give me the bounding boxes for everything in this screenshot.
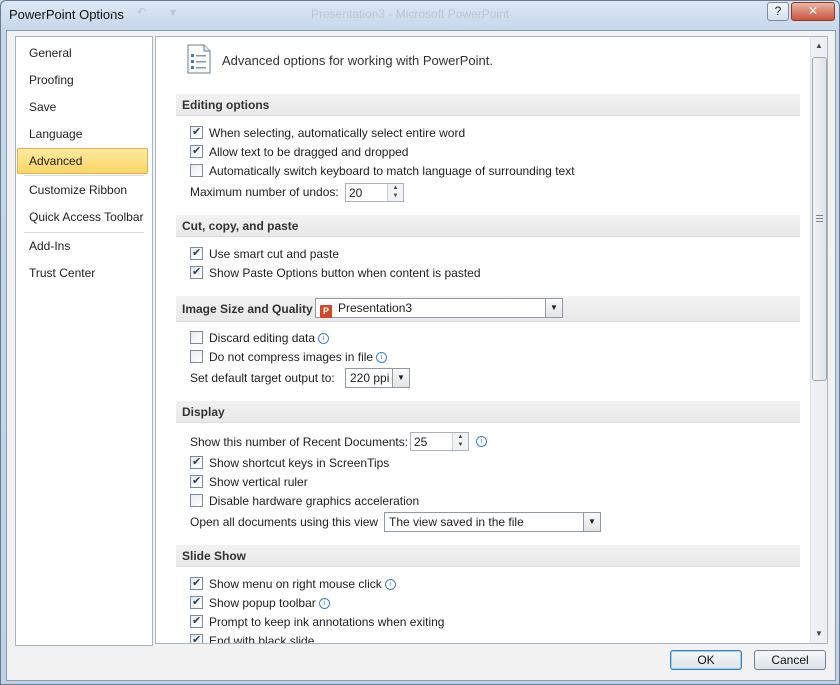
scroll-up-icon[interactable]: ▲ [811, 39, 827, 53]
option-label: Prompt to keep ink annotations when exit… [209, 615, 445, 629]
info-icon: i [384, 579, 396, 591]
background-quick-access-icons: ▪ ↶ ▾ [109, 5, 186, 19]
open-view-value: The view saved in the file [389, 515, 524, 529]
checkbox[interactable] [190, 574, 203, 592]
target-output-value: 220 ppi [350, 371, 390, 385]
chevron-down-icon[interactable]: ▼ [583, 513, 600, 531]
option-label: Show vertical ruler [209, 475, 308, 489]
open-view-dropdown[interactable]: The view saved in the file ▼ [384, 512, 601, 532]
info-icon: i [376, 352, 388, 364]
nav-item-advanced[interactable]: Advanced [17, 148, 148, 174]
option-label: Disable hardware graphics acceleration [209, 494, 420, 508]
checkbox[interactable] [190, 593, 203, 611]
nav-item-add-ins[interactable]: Add-Ins [18, 234, 157, 258]
powerpoint-options-window: PowerPoint Options ▪ ↶ ▾ Presentation3 -… [0, 0, 840, 685]
info-icon: i [318, 333, 330, 345]
help-button[interactable]: ? [767, 2, 789, 21]
checkbox[interactable] [190, 472, 203, 490]
dialog-client-area: General Proofing Save Language Advanced … [6, 30, 836, 681]
option-label: Automatically switch keyboard to match l… [209, 164, 575, 178]
checkbox[interactable] [190, 164, 203, 177]
nav-item-save[interactable]: Save [18, 95, 157, 119]
undos-spinner[interactable]: 20 ▲ ▼ [345, 183, 404, 202]
vertical-scrollbar[interactable]: ▲ ▼ [810, 37, 827, 643]
nav-item-language[interactable]: Language [18, 122, 157, 146]
nav-item-general[interactable]: General [18, 41, 157, 65]
scrollbar-thumb[interactable] [812, 57, 827, 381]
option-label-with-info: Discard editing data i [209, 329, 330, 347]
nav-divider [24, 175, 144, 176]
option-label: When selecting, automatically select ent… [209, 126, 466, 140]
page-title: Advanced options for working with PowerP… [222, 53, 493, 68]
option-label: Show shortcut keys in ScreenTips [209, 456, 390, 470]
target-output-dropdown[interactable]: 220 ppi ▼ [345, 368, 410, 388]
window-title: PowerPoint Options [9, 7, 124, 22]
info-icon: i [476, 436, 487, 447]
target-output-label: Set default target output to: [190, 371, 335, 385]
option-label-with-info: Show popup toolbar i [209, 594, 330, 612]
nav-item-proofing[interactable]: Proofing [18, 68, 157, 92]
option-label: Allow text to be dragged and dropped [209, 145, 409, 159]
option-label: Show popup toolbar [209, 596, 316, 610]
grip-line [816, 218, 823, 219]
option-label: Show Paste Options button when content i… [209, 266, 481, 280]
checkbox[interactable] [190, 631, 203, 643]
checkbox[interactable] [190, 453, 203, 471]
chevron-down-icon[interactable]: ▼ [545, 299, 562, 317]
ok-button[interactable]: OK [670, 650, 742, 670]
chevron-down-icon[interactable]: ▼ [392, 369, 409, 387]
cancel-button[interactable]: Cancel [754, 650, 826, 670]
checkbox[interactable] [190, 331, 203, 344]
image-file-dropdown[interactable]: P Presentation3 ▼ [315, 298, 563, 318]
recent-documents-spinner[interactable]: 25 ▲ ▼ [410, 432, 469, 451]
grip-line [816, 215, 823, 216]
section-slide-show: Slide Show [176, 545, 800, 567]
close-button[interactable]: ✕ [791, 2, 835, 21]
advanced-options-pane: Advanced options for working with PowerP… [155, 36, 828, 644]
title-bar: PowerPoint Options ▪ ↶ ▾ Presentation3 -… [1, 1, 839, 29]
option-label: Do not compress images in file [209, 350, 374, 364]
option-label: End with black slide [209, 634, 315, 644]
checkbox[interactable] [190, 123, 203, 141]
option-label: Use smart cut and paste [209, 247, 340, 261]
spinner-arrows-icon[interactable]: ▲ ▼ [387, 184, 403, 201]
undos-value: 20 [349, 186, 363, 200]
image-file-value: P Presentation3 [320, 301, 412, 318]
checkbox[interactable] [190, 350, 203, 363]
section-display: Display [176, 401, 800, 423]
section-editing-options: Editing options [176, 94, 800, 116]
powerpoint-file-icon: P [320, 305, 332, 318]
option-label: Show menu on right mouse click [209, 577, 382, 591]
spinner-arrows-icon[interactable]: ▲ ▼ [452, 433, 468, 450]
undos-label: Maximum number of undos: [190, 185, 339, 199]
checkbox[interactable] [190, 244, 203, 262]
recent-documents-label: Show this number of Recent Documents: [190, 435, 409, 449]
grip-line [816, 221, 823, 222]
option-label-with-info: Do not compress images in file i [209, 348, 388, 366]
open-view-label: Open all documents using this view [190, 515, 379, 529]
options-category-nav: General Proofing Save Language Advanced … [15, 36, 153, 646]
info-icon: i [318, 598, 330, 610]
nav-item-quick-access-toolbar[interactable]: Quick Access Toolbar [18, 205, 157, 229]
nav-item-trust-center[interactable]: Trust Center [18, 261, 157, 285]
nav-divider [24, 232, 144, 233]
nav-item-customize-ribbon[interactable]: Customize Ribbon [18, 178, 157, 202]
checkbox[interactable] [190, 263, 203, 281]
option-label-with-info: Show menu on right mouse click i [209, 575, 396, 593]
scroll-down-icon[interactable]: ▼ [811, 627, 827, 641]
checkbox[interactable] [190, 612, 203, 630]
recent-documents-value: 25 [414, 435, 428, 449]
checkbox[interactable] [190, 142, 203, 160]
document-list-icon [187, 44, 211, 74]
section-cut-copy-paste: Cut, copy, and paste [176, 215, 800, 237]
image-file-name: Presentation3 [338, 301, 413, 315]
checkbox[interactable] [190, 494, 203, 507]
option-label: Discard editing data [209, 331, 316, 345]
background-window-title: Presentation3 - Microsoft PowerPoint [311, 7, 510, 21]
